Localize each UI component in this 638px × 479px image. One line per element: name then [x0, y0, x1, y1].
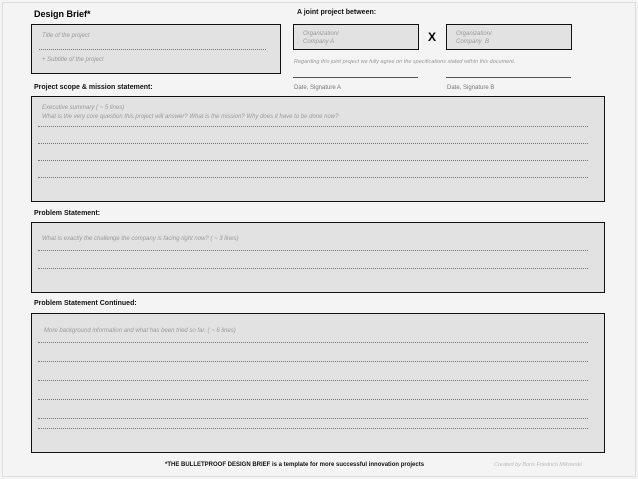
- problem-continued-box[interactable]: More background information and what has…: [31, 313, 605, 453]
- title-line: [39, 49, 266, 50]
- line: [38, 143, 588, 144]
- agreement-text: Regarding this joint project we fully ag…: [294, 59, 516, 65]
- org-b-box[interactable]: Organization/ Company B: [446, 24, 572, 50]
- scope-box[interactable]: Executive summary ( ~ 5 lines) What is t…: [31, 96, 605, 202]
- line: [38, 428, 588, 429]
- signature-a-line[interactable]: [293, 77, 418, 78]
- line: [38, 160, 588, 161]
- line: [38, 126, 588, 127]
- scope-hint-2: What is the very core question this proj…: [42, 114, 339, 120]
- line: [38, 250, 588, 251]
- signature-b-label: Date, Signature B: [447, 85, 495, 91]
- line: [38, 177, 588, 178]
- org-b-hint: Organization/ Company B: [456, 31, 492, 45]
- line: [38, 399, 588, 400]
- page-title: Design Brief*: [34, 9, 91, 19]
- scope-label: Project scope & mission statement:: [34, 84, 153, 91]
- line: [38, 418, 588, 419]
- problem-hint: What is exactly the challenge the compan…: [42, 236, 239, 242]
- joint-project-label: A joint project between:: [297, 9, 377, 16]
- footer-credit: Created by Boris Friedrich Mikowski: [494, 462, 582, 468]
- problem-box[interactable]: What is exactly the challenge the compan…: [31, 222, 605, 293]
- scope-hint-1: Executive summary ( ~ 5 lines): [42, 105, 125, 111]
- footer-tagline: *THE BULLETPROOF DESIGN BRIEF is a templ…: [165, 462, 425, 468]
- line: [38, 380, 588, 381]
- x-separator: X: [428, 30, 437, 44]
- project-title-box[interactable]: Title of the project + Subtitle of the p…: [31, 24, 281, 74]
- title-hint: Title of the project: [42, 33, 90, 39]
- problem-continued-hint: More background information and what has…: [44, 328, 236, 334]
- org-a-box[interactable]: Organization/ Company A: [293, 24, 419, 50]
- signature-b-line[interactable]: [446, 77, 571, 78]
- line: [38, 268, 588, 269]
- line: [38, 342, 588, 343]
- subtitle-hint: + Subtitle of the project: [42, 57, 104, 63]
- problem-label: Problem Statement:: [34, 210, 101, 217]
- problem-continued-label: Problem Statement Continued:: [34, 300, 137, 307]
- org-a-hint: Organization/ Company A: [303, 31, 339, 45]
- line: [38, 361, 588, 362]
- signature-a-label: Date, Signature A: [294, 85, 342, 91]
